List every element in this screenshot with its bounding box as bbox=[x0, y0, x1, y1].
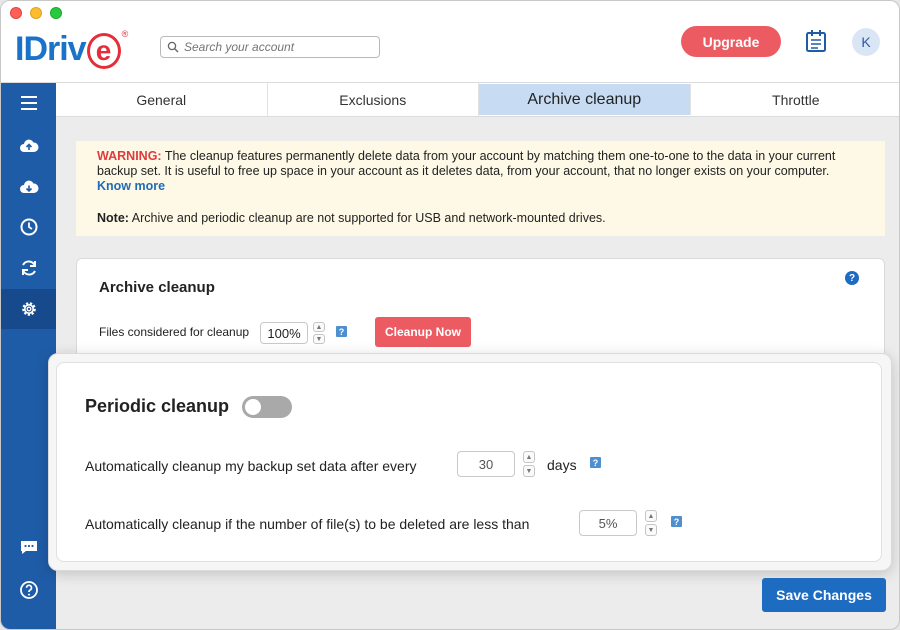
sidebar-item-sync[interactable] bbox=[1, 248, 56, 288]
save-changes-button[interactable]: Save Changes bbox=[762, 578, 886, 612]
logo-e: e bbox=[86, 33, 121, 69]
cleanup-files-label: Automatically cleanup if the number of f… bbox=[85, 516, 530, 532]
header-bar: IDriv e ® Upgrade K bbox=[1, 1, 899, 83]
close-window-button[interactable] bbox=[10, 7, 22, 19]
menu-icon bbox=[20, 96, 37, 110]
note-label: Note: bbox=[97, 211, 129, 225]
sidebar-item-help[interactable] bbox=[1, 570, 56, 610]
zoom-window-button[interactable] bbox=[50, 7, 62, 19]
cleanup-days-label: Automatically cleanup my backup set data… bbox=[85, 458, 417, 474]
stepper-down-icon[interactable]: ▼ bbox=[645, 524, 657, 536]
logo-registered-mark: ® bbox=[121, 29, 129, 39]
calendar-icon[interactable] bbox=[805, 29, 827, 53]
archive-cleanup-title: Archive cleanup bbox=[99, 279, 215, 296]
warning-label: WARNING: bbox=[97, 149, 162, 163]
sidebar-item-schedule[interactable] bbox=[1, 207, 56, 247]
search-icon bbox=[167, 41, 179, 53]
periodic-cleanup-toggle[interactable] bbox=[242, 396, 292, 418]
periodic-cleanup-panel: Periodic cleanup Automatically cleanup m… bbox=[48, 353, 892, 571]
sync-icon bbox=[21, 260, 36, 276]
sidebar-item-backup[interactable] bbox=[1, 126, 56, 166]
minimize-window-button[interactable] bbox=[30, 7, 42, 19]
settings-tabs: General Exclusions Archive cleanup Throt… bbox=[56, 83, 900, 117]
tab-archive-cleanup[interactable]: Archive cleanup bbox=[479, 84, 691, 115]
toggle-knob bbox=[245, 399, 261, 415]
periodic-cleanup-title: Periodic cleanup bbox=[85, 396, 230, 416]
archive-help-icon[interactable]: ? bbox=[845, 271, 859, 285]
gear-icon bbox=[21, 302, 36, 316]
cloud-download-icon bbox=[19, 180, 39, 193]
know-more-link[interactable]: Know more bbox=[97, 179, 165, 193]
stepper-down-icon[interactable]: ▼ bbox=[313, 334, 325, 344]
stepper-up-icon[interactable]: ▲ bbox=[645, 510, 657, 522]
warning-text: The cleanup features permanently delete … bbox=[97, 149, 836, 178]
warning-paragraph: WARNING: The cleanup features permanentl… bbox=[97, 149, 864, 194]
help-icon bbox=[19, 581, 38, 599]
chat-icon bbox=[20, 541, 37, 554]
cleanup-days-input[interactable]: 30 bbox=[457, 451, 515, 477]
upgrade-button[interactable]: Upgrade bbox=[681, 26, 781, 57]
search-box[interactable] bbox=[160, 36, 380, 58]
cleanup-now-button[interactable]: Cleanup Now bbox=[375, 317, 471, 347]
archive-cleanup-card: Archive cleanup ? Files considered for c… bbox=[76, 258, 885, 368]
warning-banner: WARNING: The cleanup features permanentl… bbox=[76, 141, 885, 236]
note-text: Archive and periodic cleanup are not sup… bbox=[128, 211, 606, 225]
files-percent-stepper[interactable]: ▲ ▼ bbox=[313, 322, 325, 344]
tab-exclusions[interactable]: Exclusions bbox=[268, 83, 479, 116]
app-window: IDriv e ® Upgrade K bbox=[0, 0, 900, 630]
sidebar-item-settings[interactable] bbox=[1, 289, 56, 329]
idrive-logo: IDriv e ® bbox=[15, 29, 128, 69]
cleanup-files-help-icon[interactable]: ? bbox=[671, 516, 682, 527]
files-percent-input[interactable]: 100% bbox=[260, 322, 308, 344]
cleanup-days-stepper[interactable]: ▲ ▼ bbox=[523, 451, 535, 477]
logo-text: IDriv bbox=[15, 29, 87, 68]
search-input[interactable] bbox=[184, 40, 374, 54]
avatar[interactable]: K bbox=[852, 28, 880, 56]
note-paragraph: Note: Archive and periodic cleanup are n… bbox=[97, 211, 864, 226]
cleanup-files-stepper[interactable]: ▲ ▼ bbox=[645, 510, 657, 536]
cloud-upload-icon bbox=[19, 139, 39, 152]
cleanup-files-percent-input[interactable]: 5% bbox=[579, 510, 637, 536]
schedule-icon bbox=[20, 218, 37, 236]
stepper-up-icon[interactable]: ▲ bbox=[313, 322, 325, 332]
stepper-down-icon[interactable]: ▼ bbox=[523, 465, 535, 477]
periodic-cleanup-card: Periodic cleanup Automatically cleanup m… bbox=[56, 362, 882, 562]
tab-throttle[interactable]: Throttle bbox=[691, 83, 900, 116]
files-percent-help-icon[interactable]: ? bbox=[336, 326, 347, 337]
tab-general[interactable]: General bbox=[56, 83, 268, 116]
sidebar-item-menu[interactable] bbox=[1, 83, 56, 123]
files-considered-label: Files considered for cleanup bbox=[99, 325, 250, 339]
cleanup-days-help-icon[interactable]: ? bbox=[590, 457, 601, 468]
days-unit-label: days bbox=[547, 457, 577, 473]
sidebar-item-restore[interactable] bbox=[1, 167, 56, 207]
stepper-up-icon[interactable]: ▲ bbox=[523, 451, 535, 463]
